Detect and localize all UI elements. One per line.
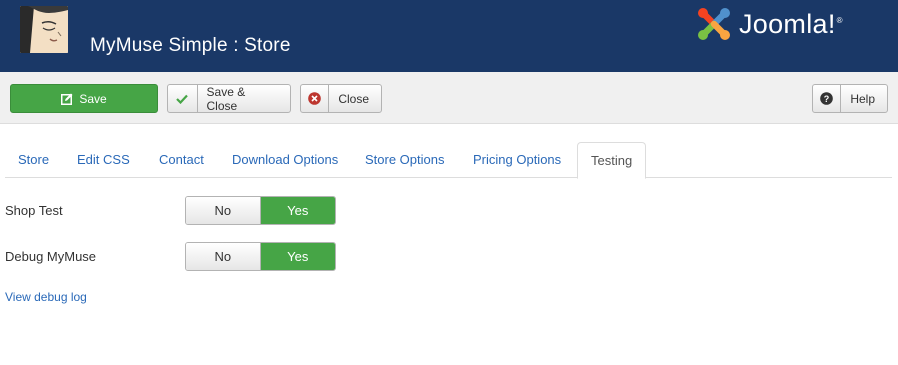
shop-test-no-option[interactable]: No: [186, 197, 261, 224]
save-button[interactable]: Save: [10, 84, 158, 113]
debug-mymuse-label: Debug MyMuse: [5, 249, 97, 264]
shop-test-toggle: No Yes: [185, 196, 336, 225]
options-tabs: Store Edit CSS Contact Download Options …: [5, 142, 892, 179]
question-circle-icon: ?: [813, 85, 842, 112]
save-and-close-button[interactable]: Save & Close: [167, 84, 291, 113]
joomla-mark-icon: [698, 8, 730, 40]
joomla-logo[interactable]: Joomla!®: [695, 5, 843, 43]
component-logo: [20, 6, 68, 53]
tab-contact[interactable]: Contact: [146, 142, 217, 178]
tab-pricing-options[interactable]: Pricing Options: [460, 142, 574, 178]
tab-edit-css[interactable]: Edit CSS: [64, 142, 143, 178]
toolbar: Save Save & Close Close ? Help: [0, 72, 898, 124]
view-debug-log-link[interactable]: View debug log: [5, 290, 87, 304]
save-and-close-label: Save & Close: [206, 84, 246, 113]
shop-test-label: Shop Test: [5, 203, 63, 218]
tab-testing[interactable]: Testing: [577, 142, 647, 179]
cancel-circle-icon: [301, 85, 330, 112]
debug-mymuse-yes-option[interactable]: Yes: [260, 243, 335, 270]
shop-test-yes-option[interactable]: Yes: [260, 197, 335, 224]
debug-mymuse-no-option[interactable]: No: [186, 243, 261, 270]
registered-mark: ®: [836, 15, 843, 25]
svg-text:?: ?: [824, 94, 830, 104]
check-icon: [168, 85, 198, 112]
close-button[interactable]: Close: [300, 84, 382, 113]
face-illustration-icon: [20, 6, 68, 53]
tab-store[interactable]: Store: [5, 142, 62, 178]
edit-icon: [61, 93, 73, 105]
page-title: MyMuse Simple : Store: [90, 35, 291, 56]
tab-store-options[interactable]: Store Options: [352, 142, 458, 178]
admin-header: MyMuse Simple : Store Joomla!®: [0, 0, 898, 72]
tab-download-options[interactable]: Download Options: [219, 142, 351, 178]
help-button-label: Help: [850, 91, 875, 106]
save-button-label: Save: [79, 91, 107, 106]
joomla-wordmark: Joomla!®: [739, 8, 843, 39]
close-button-label: Close: [338, 91, 369, 106]
debug-mymuse-toggle: No Yes: [185, 242, 336, 271]
help-button[interactable]: ? Help: [812, 84, 888, 113]
